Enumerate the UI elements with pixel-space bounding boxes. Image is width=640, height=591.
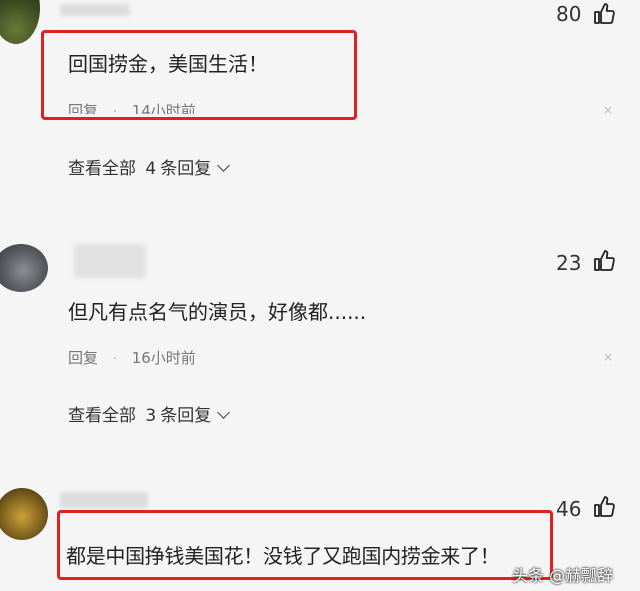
like-count: 23 <box>556 251 582 275</box>
timestamp: 16小时前 <box>131 349 196 367</box>
view-replies-prefix: 查看全部 <box>68 159 136 179</box>
separator-dot: · <box>112 352 117 367</box>
avatar[interactable] <box>0 244 48 292</box>
username-blurred <box>60 492 148 508</box>
view-replies-count: 3 <box>145 406 157 426</box>
username-blurred <box>74 244 146 278</box>
comment-meta: 回复 · 16小时前 <box>68 347 196 368</box>
reply-link[interactable]: 回复 <box>68 349 98 367</box>
close-icon[interactable]: × <box>603 350 613 364</box>
avatar[interactable] <box>0 488 48 540</box>
view-replies-prefix: 查看全部 <box>68 406 136 426</box>
highlight-box <box>57 510 553 580</box>
view-all-replies-button[interactable]: 查看全部 3 条回复 <box>68 401 231 426</box>
highlight-box <box>41 30 357 120</box>
close-icon[interactable]: × <box>603 103 613 117</box>
thumbs-up-icon[interactable] <box>592 495 616 523</box>
watermark: 头条 @赫瓢辞 <box>512 566 614 585</box>
view-all-replies-button[interactable]: 查看全部 4 条回复 <box>68 154 231 179</box>
thumbs-up-icon[interactable] <box>592 249 616 277</box>
view-replies-suffix: 条回复 <box>160 159 212 179</box>
like-count: 80 <box>556 2 582 26</box>
like-count: 46 <box>556 497 582 521</box>
thumbs-up-icon[interactable] <box>592 2 616 30</box>
chevron-down-icon <box>217 159 231 172</box>
view-replies-suffix: 条回复 <box>160 406 212 426</box>
avatar[interactable] <box>0 0 40 44</box>
comment-text: 但凡有点名气的演员，好像都...... <box>68 300 367 324</box>
chevron-down-icon <box>217 406 231 419</box>
view-replies-count: 4 <box>145 159 157 179</box>
username-blurred <box>60 4 130 16</box>
